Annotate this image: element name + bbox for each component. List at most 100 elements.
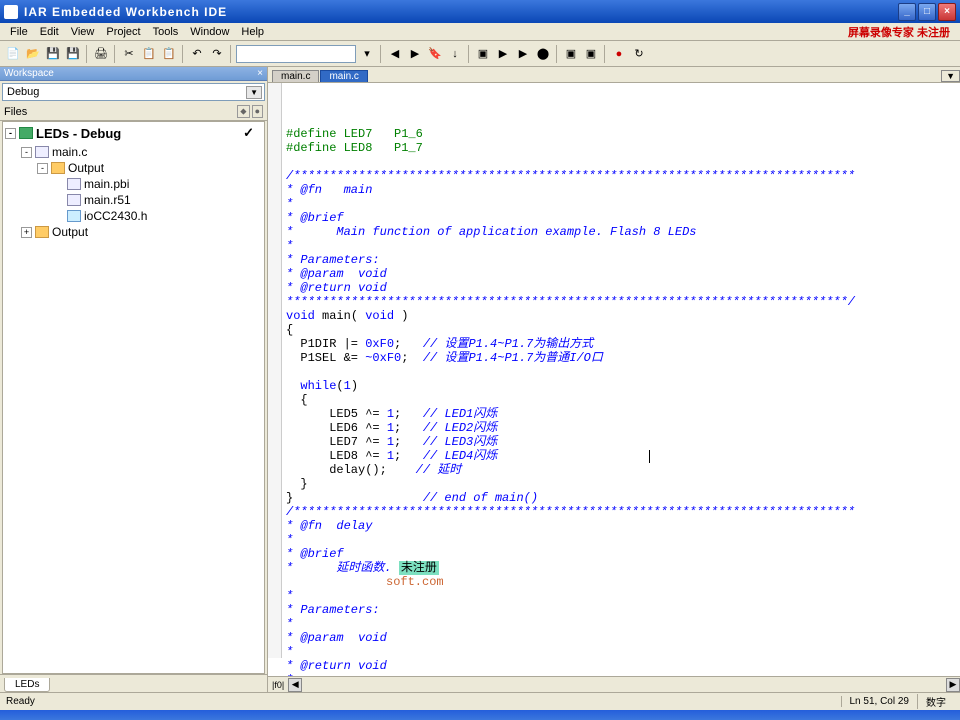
compile-button[interactable]: ▣	[474, 45, 492, 63]
code-editor[interactable]: #define LED7 P1_6#define LED8 P1_7 /****…	[268, 83, 960, 676]
save-all-button[interactable]: 💾	[64, 45, 82, 63]
code-line[interactable]: * @brief	[272, 211, 960, 225]
code-line[interactable]: /***************************************…	[272, 169, 960, 183]
debug-button[interactable]: ▣	[562, 45, 580, 63]
print-button[interactable]: 🖨	[92, 45, 110, 63]
menu-edit[interactable]: Edit	[34, 26, 65, 38]
tree-toggle-icon[interactable]: +	[21, 227, 32, 238]
menu-view[interactable]: View	[65, 26, 101, 38]
save-button[interactable]: 💾	[44, 45, 62, 63]
menu-window[interactable]: Window	[184, 26, 235, 38]
code-line[interactable]: #define LED7 P1_6	[272, 127, 960, 141]
undo-button[interactable]: ↶	[188, 45, 206, 63]
workspace-tab[interactable]: LEDs	[4, 678, 50, 692]
files-col2-icon[interactable]: ●	[252, 105, 263, 118]
code-line[interactable]: *	[272, 617, 960, 631]
code-line[interactable]: * @fn main	[272, 183, 960, 197]
code-line[interactable]: * Parameters:	[272, 253, 960, 267]
code-line[interactable]: LED5 ^= 1; // LED1闪烁	[272, 407, 960, 421]
code-line[interactable]: {	[272, 323, 960, 337]
editor-tab-dropdown[interactable]: ▼	[941, 70, 960, 82]
code-line[interactable]: } // end of main()	[272, 491, 960, 505]
code-line[interactable]: *	[272, 533, 960, 547]
code-line[interactable]: /***************************************…	[272, 505, 960, 519]
code-line[interactable]: * @param void	[272, 631, 960, 645]
tree-item[interactable]: - Output	[3, 160, 264, 176]
code-line[interactable]	[272, 155, 960, 169]
toggle-breakpoint-button[interactable]: ⬤	[534, 45, 552, 63]
code-line[interactable]: * 延时函数. 未注册soft.com	[272, 561, 960, 589]
minimize-button[interactable]: _	[898, 3, 916, 21]
code-line[interactable]: LED7 ^= 1; // LED3闪烁	[272, 435, 960, 449]
new-file-button[interactable]: 📄	[4, 45, 22, 63]
stop-debug-button[interactable]: ●	[610, 45, 628, 63]
bookmark-next-button[interactable]: ↓	[446, 45, 464, 63]
tree-toggle-icon[interactable]: -	[5, 128, 16, 139]
code-line[interactable]: * Main function of application example. …	[272, 225, 960, 239]
code-line[interactable]: void main( void )	[272, 309, 960, 323]
menu-file[interactable]: File	[4, 26, 34, 38]
code-line[interactable]: * @return void	[272, 659, 960, 673]
code-line[interactable]: * @fn delay	[272, 519, 960, 533]
code-line[interactable]: }	[272, 477, 960, 491]
code-line[interactable]: LED8 ^= 1; // LED4闪烁	[272, 449, 960, 463]
file-tree[interactable]: - LEDs - Debug ✓ -main.c-Outputmain.pbim…	[2, 121, 265, 674]
find-combo[interactable]	[236, 45, 356, 63]
bookmark-toggle-button[interactable]: 🔖	[426, 45, 444, 63]
close-button[interactable]: ×	[938, 3, 956, 21]
status-ready: Ready	[6, 696, 841, 707]
tree-item[interactable]: +Output	[3, 224, 264, 240]
code-line[interactable]: * @brief	[272, 547, 960, 561]
toolbar-separator	[230, 45, 232, 63]
debug-without-download-button[interactable]: ▣	[582, 45, 600, 63]
nav-fwd-button[interactable]: ▶	[406, 45, 424, 63]
code-line[interactable]	[272, 365, 960, 379]
code-line[interactable]: P1DIR |= 0xF0; // 设置P1.4~P1.7为输出方式	[272, 337, 960, 351]
code-line[interactable]: * @return void	[272, 281, 960, 295]
tree-item[interactable]: main.pbi	[3, 176, 264, 192]
tree-toggle-icon[interactable]: -	[21, 147, 32, 158]
stop-build-button[interactable]: ▶	[514, 45, 532, 63]
code-line[interactable]: * @param void	[272, 267, 960, 281]
nav-back-button[interactable]: ◀	[386, 45, 404, 63]
paste-button[interactable]: 📋	[160, 45, 178, 63]
maximize-button[interactable]: □	[918, 3, 936, 21]
files-col1-icon[interactable]: ⬥	[237, 105, 249, 118]
copy-button[interactable]: 📋	[140, 45, 158, 63]
open-button[interactable]: 📂	[24, 45, 42, 63]
code-line[interactable]: LED6 ^= 1; // LED2闪烁	[272, 421, 960, 435]
config-dropdown[interactable]: Debug	[2, 83, 265, 101]
restart-button[interactable]: ↻	[630, 45, 648, 63]
code-line[interactable]: *	[272, 239, 960, 253]
hscroll-left-button[interactable]: ◀	[288, 678, 302, 692]
editor-tab[interactable]: main.c	[272, 70, 319, 82]
hscroll-right-button[interactable]: ▶	[946, 678, 960, 692]
tree-item[interactable]: -main.c	[3, 144, 264, 160]
redo-button[interactable]: ↷	[208, 45, 226, 63]
code-line[interactable]: {	[272, 393, 960, 407]
editor-tab-active[interactable]: main.c	[320, 70, 367, 82]
tree-root[interactable]: - LEDs - Debug ✓	[3, 122, 264, 144]
tree-item-label: Output	[68, 161, 104, 175]
menu-tools[interactable]: Tools	[147, 26, 185, 38]
make-button[interactable]: ▶	[494, 45, 512, 63]
code-line[interactable]: #define LED8 P1_7	[272, 141, 960, 155]
code-line[interactable]: P1SEL &= ~0xF0; // 设置P1.4~P1.7为普通I/O口	[272, 351, 960, 365]
code-line[interactable]: delay(); // 延时	[272, 463, 960, 477]
find-next-button[interactable]: ▾	[358, 45, 376, 63]
code-line[interactable]: *	[272, 589, 960, 603]
code-line[interactable]: while(1)	[272, 379, 960, 393]
code-line[interactable]: *	[272, 645, 960, 659]
workspace-close-button[interactable]: ×	[257, 68, 263, 79]
code-line[interactable]: * Parameters:	[272, 603, 960, 617]
workspace-panel: Workspace × Debug Files ⬥ ● - LEDs - Deb…	[0, 67, 268, 692]
menu-help[interactable]: Help	[235, 26, 270, 38]
menu-project[interactable]: Project	[100, 26, 146, 38]
tree-item[interactable]: ioCC2430.h	[3, 208, 264, 224]
tree-item[interactable]: main.r51	[3, 192, 264, 208]
cut-button[interactable]: ✂	[120, 45, 138, 63]
code-line[interactable]: *	[272, 673, 960, 676]
code-line[interactable]: ****************************************…	[272, 295, 960, 309]
tree-toggle-icon[interactable]: -	[37, 163, 48, 174]
code-line[interactable]: *	[272, 197, 960, 211]
